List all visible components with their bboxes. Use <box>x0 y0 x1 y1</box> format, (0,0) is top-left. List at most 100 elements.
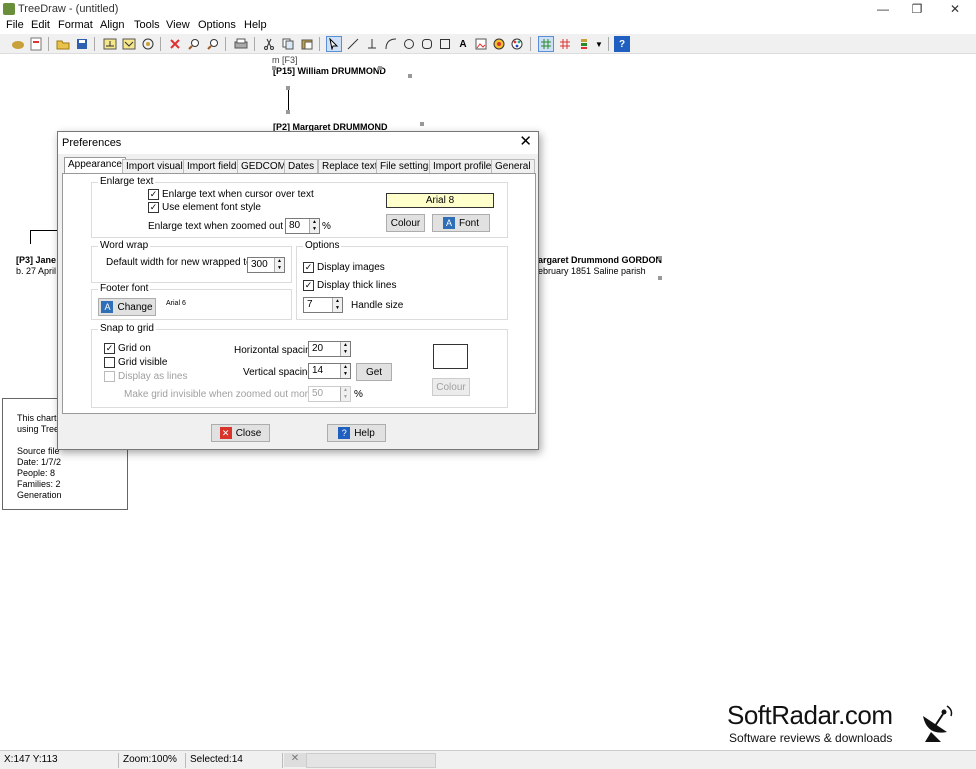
connector-tool-icon[interactable] <box>364 36 380 52</box>
selection-handle[interactable] <box>378 66 382 70</box>
colour-wheel-icon[interactable] <box>491 36 507 52</box>
dialog-close-icon[interactable]: ✕ <box>519 134 532 150</box>
new-document-icon[interactable] <box>28 36 44 52</box>
selection-handle[interactable] <box>658 276 662 280</box>
button-label: Close <box>235 427 262 439</box>
menu-help[interactable]: Help <box>244 19 267 31</box>
ellipse-tool-icon[interactable] <box>401 36 417 52</box>
connector-line <box>288 90 289 110</box>
close-window-button[interactable]: ✕ <box>936 0 974 18</box>
tab-appearance[interactable]: Appearance <box>64 157 126 174</box>
save-icon[interactable] <box>74 36 90 52</box>
selection-handle[interactable] <box>420 122 424 126</box>
app-icon <box>3 3 15 15</box>
print-icon[interactable] <box>233 36 249 52</box>
spin-arrows-icon[interactable]: ▲ ▼ <box>340 387 350 401</box>
selection-handle[interactable] <box>286 110 290 114</box>
spin-arrows-icon[interactable]: ▲ ▼ <box>274 258 284 272</box>
display-images-checkbox[interactable]: ✓ Display images <box>303 262 385 273</box>
status-close-icon[interactable]: ✕ <box>284 753 306 767</box>
tab-replace-text[interactable]: Replace text <box>318 159 382 174</box>
maximize-button[interactable]: ❐ <box>898 0 936 18</box>
person-name: [P3] Jane <box>16 255 57 265</box>
grid-lines-icon[interactable] <box>557 36 573 52</box>
zoom-threshold-label: Enlarge text when zoomed out past <box>148 221 305 232</box>
horizontal-spacing-stepper[interactable]: 20 ▲ ▼ <box>308 341 351 357</box>
handle-size-stepper[interactable]: 7 ▲ ▼ <box>303 297 343 313</box>
grid-invisible-stepper[interactable]: 50 ▲ ▼ <box>308 386 351 402</box>
selection-handle[interactable] <box>408 74 412 78</box>
vertical-spacing-stepper[interactable]: 14 ▲ ▼ <box>308 363 351 379</box>
footer-font-name: Arial 6 <box>166 300 186 307</box>
person-box-william[interactable]: [P15] William DRUMMOND <box>273 66 386 77</box>
delete-icon[interactable] <box>167 36 183 52</box>
family-code-label[interactable]: m [F3] <box>272 55 298 66</box>
tab-gedcom[interactable]: GEDCOM <box>237 159 290 174</box>
menu-options[interactable]: Options <box>198 19 236 31</box>
spin-arrows-icon[interactable]: ▲ ▼ <box>309 219 319 233</box>
paste-icon[interactable] <box>299 36 315 52</box>
wrap-width-stepper[interactable]: 300 ▲ ▼ <box>247 257 285 273</box>
image-tool-icon[interactable] <box>473 36 489 52</box>
person-box-jane[interactable]: [P3] Jane b. 27 April <box>16 255 56 277</box>
menu-align[interactable]: Align <box>100 19 124 31</box>
zoom-in-icon[interactable] <box>186 36 202 52</box>
tab-dates[interactable]: Dates <box>284 159 319 174</box>
menu-file[interactable]: File <box>6 19 24 31</box>
stepper-value: 14 <box>312 365 324 376</box>
palette-icon[interactable] <box>509 36 525 52</box>
help-button[interactable]: ? Help <box>327 424 386 442</box>
wrap-width-label: Default width for new wrapped text <box>106 257 260 268</box>
help-icon[interactable]: ? <box>614 36 630 52</box>
chart-layout-icon[interactable] <box>102 36 118 52</box>
layers-icon[interactable] <box>576 36 592 52</box>
connector-line <box>30 230 60 231</box>
menu-tools[interactable]: Tools <box>134 19 160 31</box>
dropdown-arrow-icon[interactable]: ▼ <box>591 36 607 52</box>
text-tool-icon[interactable]: A <box>455 36 471 52</box>
get-spacing-button[interactable]: Get <box>356 363 392 381</box>
enlarge-font-button[interactable]: A Font <box>432 214 490 232</box>
zoom-threshold-stepper[interactable]: 80 ▲ ▼ <box>285 218 320 234</box>
title-bar: TreeDraw - (untitled) — ❐ ✕ <box>0 0 976 18</box>
enlarge-cursor-checkbox[interactable]: ✓ Enlarge text when cursor over text <box>148 189 314 200</box>
display-as-lines-checkbox[interactable]: Display as lines <box>104 371 187 382</box>
footer-change-button[interactable]: A Change <box>98 298 156 316</box>
close-button[interactable]: ✕ Close <box>211 424 270 442</box>
grid-colour-button[interactable]: Colour <box>432 378 470 396</box>
menu-view[interactable]: View <box>166 19 190 31</box>
grid-toggle-icon[interactable] <box>538 36 554 52</box>
curve-tool-icon[interactable] <box>383 36 399 52</box>
rect-tool-icon[interactable] <box>437 36 453 52</box>
menu-format[interactable]: Format <box>58 19 93 31</box>
grid-on-checkbox[interactable]: ✓ Grid on <box>104 343 151 354</box>
minimize-button[interactable]: — <box>864 0 902 18</box>
line-tool-icon[interactable] <box>345 36 361 52</box>
zoom-out-icon[interactable] <box>205 36 221 52</box>
tab-general[interactable]: General <box>491 159 535 174</box>
spin-arrows-icon[interactable]: ▲ ▼ <box>332 298 342 312</box>
chart-style-icon[interactable] <box>121 36 137 52</box>
cut-icon[interactable] <box>261 36 277 52</box>
pointer-tool-icon[interactable] <box>326 36 342 52</box>
tab-import-visuals[interactable]: Import visuals <box>122 159 192 174</box>
spin-arrows-icon[interactable]: ▲ ▼ <box>340 342 350 356</box>
rounded-rect-tool-icon[interactable] <box>419 36 435 52</box>
grid-visible-checkbox[interactable]: Grid visible <box>104 357 167 368</box>
checkmark-icon: ✓ <box>303 262 314 273</box>
selection-handle[interactable] <box>658 256 662 260</box>
element-font-checkbox[interactable]: ✓ Use element font style <box>148 202 261 213</box>
menu-edit[interactable]: Edit <box>31 19 50 31</box>
selection-handle[interactable] <box>272 66 276 70</box>
checkmark-icon: ✓ <box>104 343 115 354</box>
person-box-gordon[interactable]: argaret Drummond GORDON ebruary 1851 Sal… <box>538 255 662 277</box>
tab-import-profiles[interactable]: Import profiles <box>429 159 501 174</box>
thick-lines-checkbox[interactable]: ✓ Display thick lines <box>303 280 396 291</box>
watermark-subtitle: Software reviews & downloads <box>729 731 893 745</box>
target-icon[interactable] <box>140 36 156 52</box>
open-folder-icon[interactable] <box>55 36 71 52</box>
open-tree-icon[interactable] <box>10 36 26 52</box>
spin-arrows-icon[interactable]: ▲ ▼ <box>340 364 350 378</box>
copy-icon[interactable] <box>280 36 296 52</box>
enlarge-colour-button[interactable]: Colour <box>386 214 425 232</box>
